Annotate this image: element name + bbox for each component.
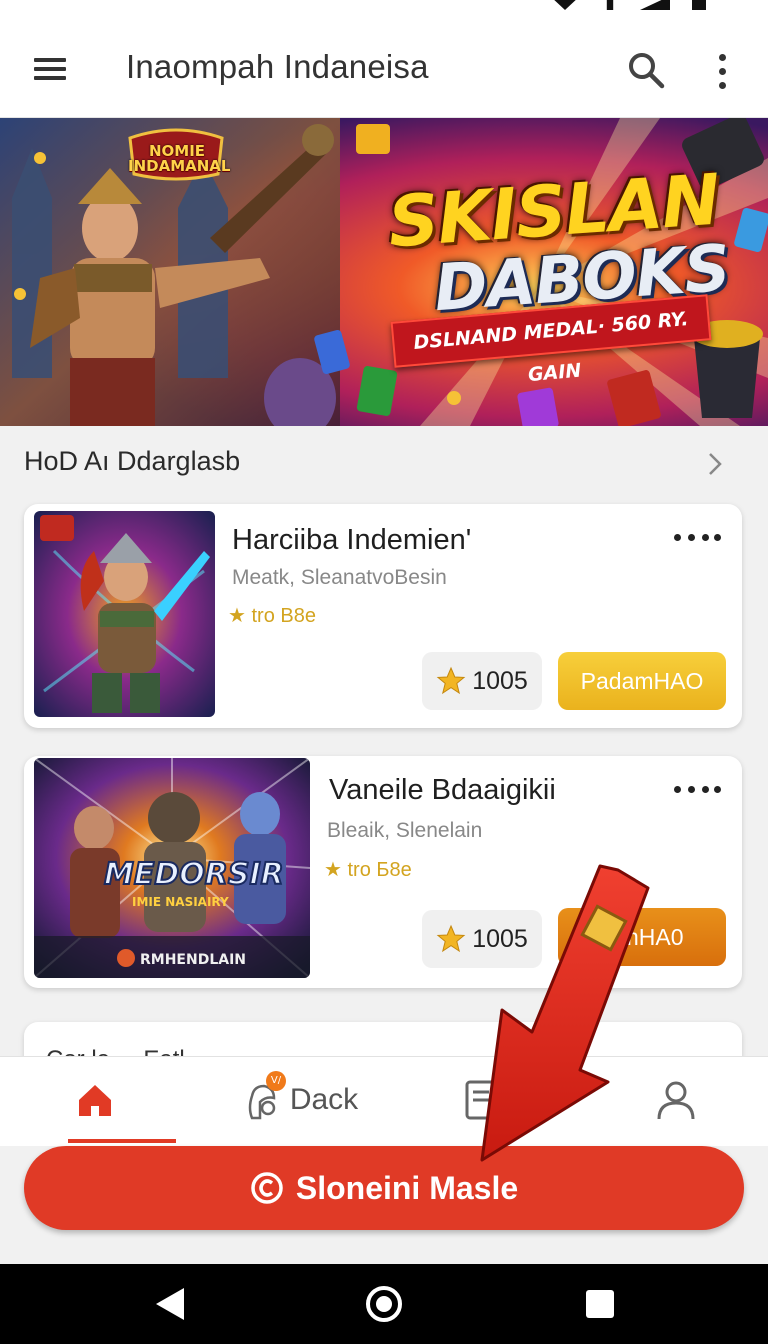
game-thumbnail-art: MEDORSIR IMIE NASIAIRY RMHENDLAIN xyxy=(34,758,310,978)
cellular-icon xyxy=(640,0,670,10)
cta-label: Sloneini Masle xyxy=(295,1169,519,1206)
bottom-navigation: V/ Dack xyxy=(0,1056,768,1146)
game-title[interactable]: Vaneile Bdaaigikii xyxy=(329,774,556,807)
game-title[interactable]: Harciiba Indemien' xyxy=(232,524,471,557)
points-chip: 1005 xyxy=(422,652,542,710)
app-bar: Inaompah Indaneisa xyxy=(0,20,768,118)
banner-artwork xyxy=(0,118,768,426)
document-icon xyxy=(465,1080,497,1120)
section-header[interactable]: HoD Aı Ddarglasb xyxy=(0,426,768,500)
promo-banner[interactable]: NOMIE INDAMANAL SKISLAN DABOKS DSLNAND M… xyxy=(0,118,768,426)
thumb-text-footer: RMHENDLAIN xyxy=(140,952,246,968)
user-icon xyxy=(657,1081,695,1120)
recent-apps-icon[interactable] xyxy=(586,1290,614,1318)
search-icon[interactable] xyxy=(626,50,666,90)
system-navigation-bar xyxy=(0,1264,768,1344)
signal-icon xyxy=(606,0,614,10)
wifi-icon xyxy=(550,0,580,10)
app-title: Inaompah Indaneisa xyxy=(126,48,429,85)
home-circle-icon[interactable] xyxy=(366,1286,402,1322)
nav-orders[interactable] xyxy=(452,1057,512,1143)
thumb-text-sub: IMIE NASIAIRY xyxy=(132,895,229,909)
app-screen: Inaompah Indaneisa NOMIE INDAMANAL SKISL… xyxy=(0,0,768,1344)
hamburger-menu-icon[interactable] xyxy=(34,56,68,82)
game-rating: ★ tro Б8e xyxy=(324,859,412,881)
status-bar xyxy=(0,0,768,20)
game-thumbnail-art xyxy=(34,511,215,717)
copyright-circle-icon xyxy=(251,1172,283,1204)
points-chip: 1005 xyxy=(422,910,542,968)
more-horizontal-icon[interactable] xyxy=(674,534,722,544)
chevron-right-icon[interactable] xyxy=(706,450,724,478)
more-options-icon[interactable] xyxy=(712,52,732,92)
section-title: HoD Aı Ddarglasb xyxy=(24,446,241,476)
battery-icon xyxy=(692,0,706,10)
more-horizontal-icon[interactable] xyxy=(674,786,722,796)
status-icons xyxy=(550,0,706,10)
thumb-text-main: MEDORSIR xyxy=(104,857,284,892)
nav-profile[interactable] xyxy=(646,1057,706,1143)
primary-cta-button[interactable]: Sloneini Masle xyxy=(24,1146,744,1230)
game-subtitle: Bleaik, Slenelain xyxy=(327,819,483,842)
back-icon[interactable] xyxy=(156,1288,184,1320)
nav-deck[interactable]: V/ Dack xyxy=(226,1057,376,1143)
nav-label: Dack xyxy=(289,1083,359,1116)
game-card[interactable]: MEDORSIR IMIE NASIAIRY RMHENDLAIN Vaneil… xyxy=(24,756,742,988)
nav-home[interactable] xyxy=(40,1057,176,1143)
game-subtitle: Meatk, SleanatvoBesin xyxy=(232,566,447,589)
game-card[interactable]: Harciiba Indemien' Meatk, SleanatvoBesin… xyxy=(24,504,742,728)
game-thumbnail[interactable] xyxy=(34,511,215,717)
play-button[interactable]: PadamHAO xyxy=(558,652,726,710)
play-button[interactable]: ...mHA0 xyxy=(558,908,726,966)
points-value: 1005 xyxy=(472,666,528,695)
points-value: 1005 xyxy=(472,924,528,953)
notification-badge: V/ xyxy=(266,1071,286,1091)
game-rating: ★ tro B8e xyxy=(228,605,316,627)
game-thumbnail[interactable]: MEDORSIR IMIE NASIAIRY RMHENDLAIN xyxy=(34,758,310,978)
star-icon xyxy=(436,924,466,953)
home-icon xyxy=(79,1085,111,1116)
star-icon xyxy=(436,666,466,695)
